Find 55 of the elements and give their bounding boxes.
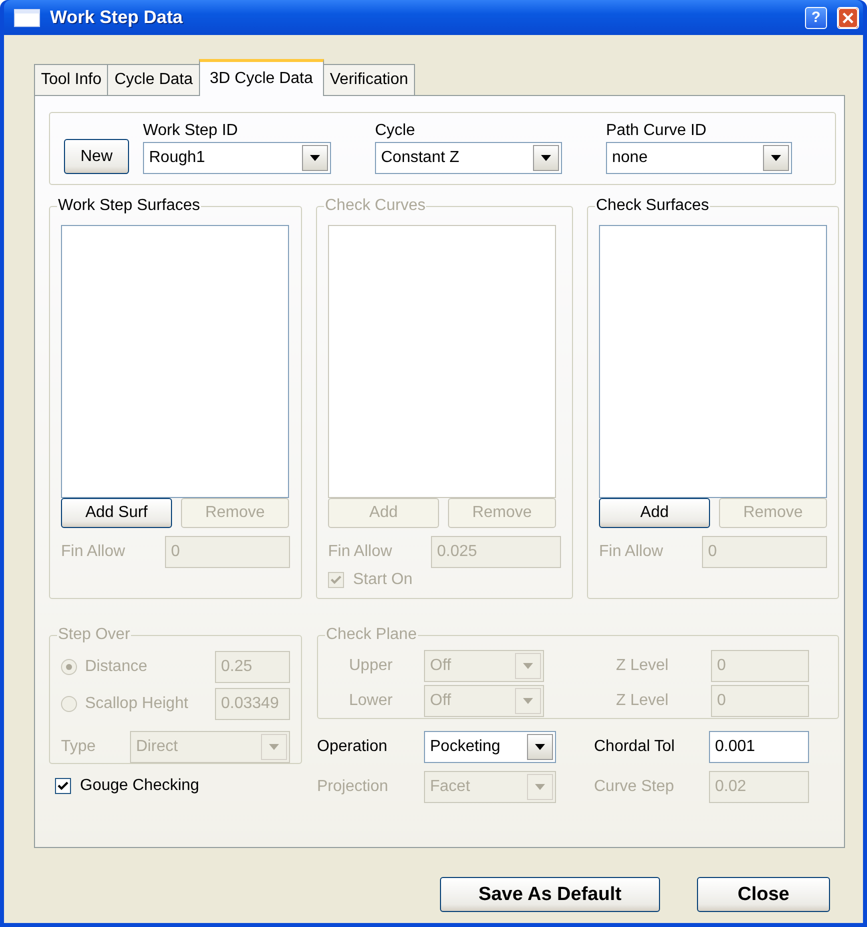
group-title: Check Curves [324, 197, 426, 215]
close-button[interactable]: Close [697, 877, 830, 912]
checkbox[interactable] [55, 778, 71, 794]
caret-icon [535, 784, 545, 790]
field-label: Fin Allow [599, 543, 664, 561]
field-label: Distance [85, 658, 148, 676]
tab[interactable]: Verification [322, 64, 416, 95]
field-label: Z Level [616, 656, 670, 674]
field-label: Upper [349, 656, 394, 674]
field-label: Path Curve ID [606, 122, 708, 140]
dropdown-button[interactable] [533, 145, 559, 171]
field-label: Lower [349, 692, 394, 710]
field-label: Projection [317, 778, 390, 796]
list-button[interactable]: Add [599, 498, 710, 528]
group-title: Check Surfaces [595, 197, 710, 215]
dropdown-button[interactable] [527, 734, 553, 760]
field-label: Z Level [616, 692, 670, 710]
field-label: Gouge Checking [80, 777, 200, 795]
field-label: Scallop Height [85, 694, 188, 712]
caret-icon [541, 155, 551, 161]
field-label: Operation [317, 738, 388, 756]
caret-icon [269, 744, 279, 750]
save-default-button[interactable]: Save As Default [440, 877, 660, 912]
group-title: Step Over [57, 626, 132, 644]
field-label: Fin Allow [61, 543, 126, 561]
group-title: Check Plane [325, 626, 418, 644]
field-label: Cycle [375, 122, 416, 140]
list-button[interactable]: Add Surf [61, 498, 172, 528]
caret-icon [771, 155, 781, 161]
field-label: Start On [353, 571, 413, 589]
field-label: Work Step ID [143, 122, 239, 140]
group-title: Work Step Surfaces [57, 197, 201, 215]
dropdown-field[interactable]: Pocketing [424, 731, 556, 763]
caret-icon [535, 744, 545, 750]
dropdown-field[interactable]: Rough1 [143, 142, 331, 174]
dropdown-button[interactable] [302, 145, 328, 171]
tab[interactable]: 3D Cycle Data [198, 59, 324, 96]
field-label: Fin Allow [328, 543, 392, 561]
window-icon [14, 8, 40, 26]
tab[interactable]: Cycle Data [107, 64, 200, 95]
window-title: Work Step Data [50, 7, 184, 28]
caret-icon [523, 698, 533, 704]
dropdown-button[interactable] [763, 145, 789, 171]
dropdown-field[interactable]: none [606, 142, 792, 174]
new-button[interactable]: New [64, 139, 129, 174]
caret-icon [523, 662, 533, 668]
field-label: Curve Step [594, 778, 676, 796]
help-button[interactable]: ? [805, 6, 827, 28]
close-button[interactable] [837, 6, 859, 28]
caret-icon [310, 155, 320, 161]
dropdown-field[interactable]: Constant Z [375, 142, 562, 174]
field-label: Chordal Tol [594, 738, 676, 756]
field-label: Type [61, 738, 97, 756]
tab[interactable]: Tool Info [34, 64, 108, 95]
text-field[interactable]: 0.001 [709, 731, 809, 763]
